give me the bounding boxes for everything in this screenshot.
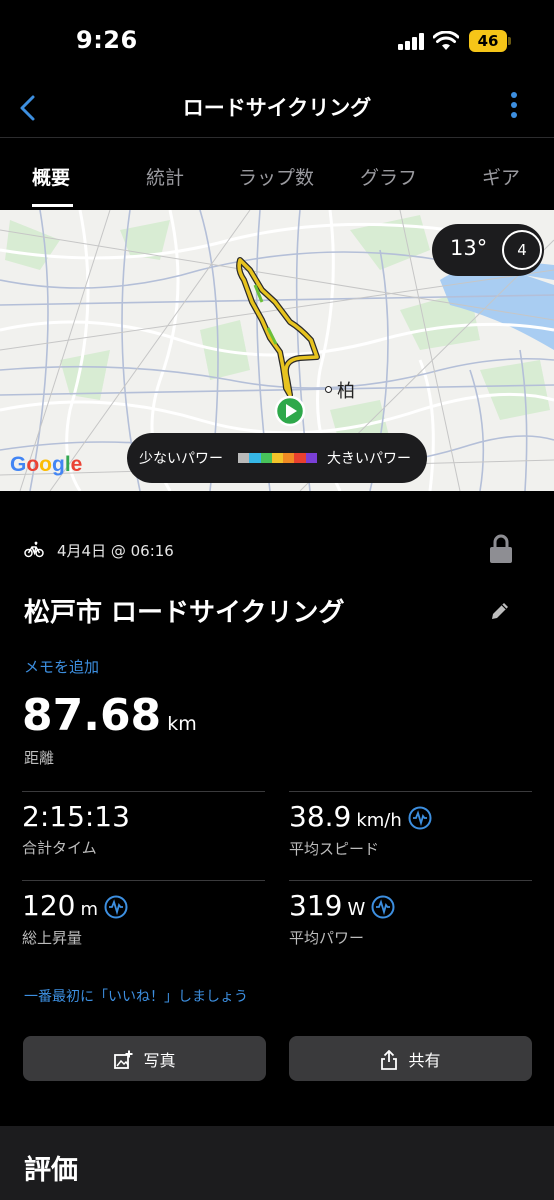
- power-legend: 少ないパワー 大きいパワー: [127, 433, 427, 483]
- add-memo-link[interactable]: メモを追加: [24, 656, 99, 677]
- battery-icon: 46: [469, 30, 507, 52]
- edit-pencil-icon[interactable]: [489, 600, 511, 622]
- divider: [289, 880, 532, 881]
- wifi-icon: [433, 31, 459, 50]
- heartwave-icon[interactable]: [408, 806, 432, 830]
- activity-name: 松戸市 ロードサイクリング: [24, 598, 345, 628]
- ascent-value: 120: [22, 889, 76, 922]
- cellular-signal-icon: [398, 33, 426, 50]
- share-button[interactable]: 共有: [289, 1036, 532, 1081]
- activity-date: 4月4日 @ 06:16: [57, 542, 174, 560]
- power-color-scale: [238, 453, 317, 463]
- divider: [22, 880, 265, 881]
- tab-graph[interactable]: グラフ: [360, 163, 417, 190]
- temperature-value: 13°: [450, 236, 488, 260]
- activity-meta: 4月4日 @ 06:16: [24, 534, 530, 566]
- tab-laps[interactable]: ラップ数: [238, 163, 314, 190]
- avg-speed-unit: km/h: [356, 810, 402, 831]
- like-prompt-link[interactable]: 一番最初に「いいね！」しましょう: [24, 986, 248, 1006]
- stat-avg-speed: 38.9 km/h 平均スピード: [289, 800, 432, 859]
- wind-speed-value: 4: [517, 241, 527, 259]
- divider: [22, 791, 265, 792]
- share-button-label: 共有: [408, 1051, 441, 1070]
- divider: [289, 791, 532, 792]
- tab-stats[interactable]: 統計: [146, 163, 184, 190]
- distance-block: 87.68 km: [22, 690, 197, 741]
- weather-badge: 13° 4: [432, 224, 544, 276]
- stat-ascent: 120 m 総上昇量: [22, 889, 128, 948]
- power-legend-low: 少ないパワー: [139, 451, 223, 467]
- page-title: ロードサイクリング: [182, 96, 372, 120]
- distance-label: 距離: [24, 749, 55, 767]
- distance-value: 87.68: [22, 690, 162, 741]
- tab-overview[interactable]: 概要: [32, 163, 70, 190]
- add-photo-button[interactable]: 写真: [23, 1036, 266, 1081]
- nav-header: ロードサイクリング: [0, 82, 554, 138]
- battery-level: 46: [477, 32, 499, 50]
- status-bar: 9:26 46: [0, 0, 554, 82]
- avg-power-unit: W: [347, 899, 366, 920]
- tab-bar: 概要 統計 ラップ数 グラフ ギア: [0, 139, 554, 209]
- avg-power-value: 319: [289, 889, 343, 922]
- place-label: 柏: [337, 381, 355, 402]
- total-time-value: 2:15:13: [22, 800, 130, 833]
- route-map[interactable]: 13° 4 柏 Google 少ないパワー 大きいパワー: [0, 210, 554, 491]
- power-legend-high: 大きいパワー: [327, 451, 411, 467]
- add-photo-icon: [114, 1050, 133, 1069]
- avg-speed-label: 平均スピード: [289, 839, 380, 858]
- photo-button-label: 写真: [143, 1051, 176, 1070]
- rating-section: 評価: [0, 1126, 554, 1200]
- ascent-unit: m: [80, 899, 98, 920]
- avg-speed-value: 38.9: [289, 800, 352, 833]
- rating-title: 評価: [24, 1155, 78, 1186]
- tab-gear[interactable]: ギア: [482, 163, 520, 190]
- more-options-icon[interactable]: [504, 92, 524, 124]
- status-time: 9:26: [76, 26, 138, 54]
- wind-icon: 4: [502, 230, 542, 270]
- google-logo: Google: [10, 453, 83, 476]
- stat-total-time: 2:15:13 合計タイム: [22, 800, 130, 858]
- share-icon: [381, 1049, 398, 1070]
- heartwave-icon[interactable]: [104, 895, 128, 919]
- battery-nub: [508, 37, 511, 45]
- heartwave-icon[interactable]: [371, 895, 395, 919]
- place-marker-icon: [325, 386, 332, 393]
- active-tab-indicator: [32, 204, 73, 207]
- distance-unit: km: [167, 713, 197, 735]
- total-time-label: 合計タイム: [22, 839, 97, 857]
- ascent-label: 総上昇量: [22, 928, 83, 947]
- avg-power-label: 平均パワー: [289, 928, 365, 947]
- stat-avg-power: 319 W 平均パワー: [289, 889, 395, 948]
- bike-icon: [24, 541, 44, 558]
- lock-icon[interactable]: [489, 534, 513, 564]
